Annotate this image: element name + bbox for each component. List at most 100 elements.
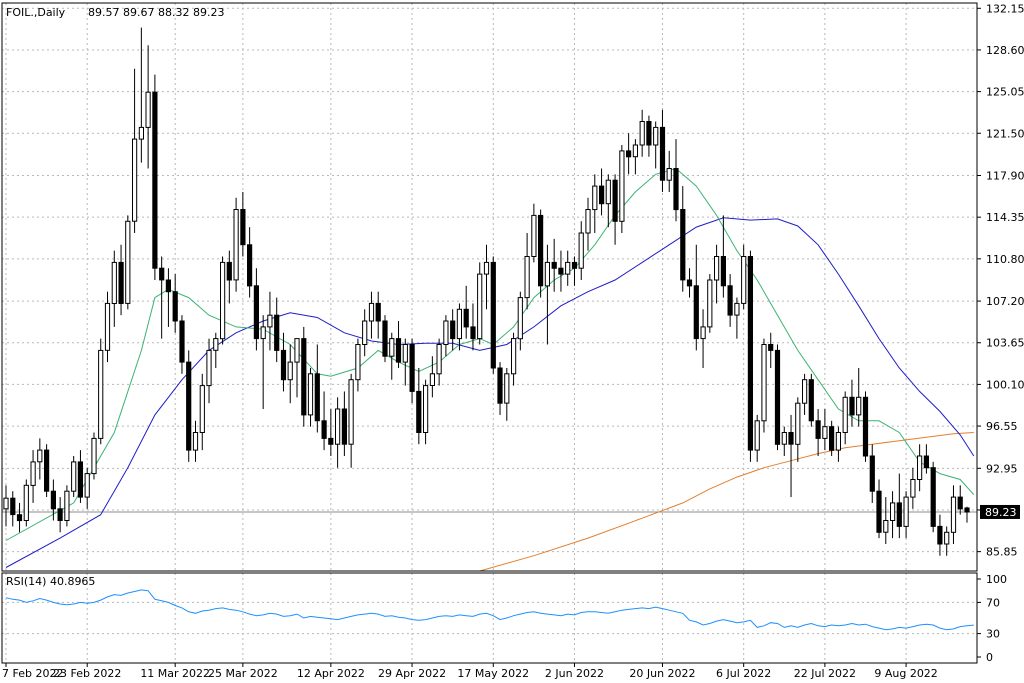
candle-body-bear (571, 261, 578, 269)
candle-body-bull (802, 379, 808, 404)
candle-body-bear (964, 507, 970, 513)
candle-body-bear (409, 344, 415, 392)
candle-body-bull (64, 490, 70, 522)
candle-body-bear (470, 326, 476, 340)
candle-body-bull (355, 344, 361, 381)
candle (44, 444, 50, 498)
candle-body-bull (700, 326, 706, 340)
candle-body-bear (829, 426, 835, 451)
candle-body-bear (274, 314, 280, 351)
candle-body-bull (91, 437, 97, 475)
candle-body-bear (301, 338, 307, 416)
candle (98, 338, 104, 445)
candle-body-bear (558, 267, 564, 275)
candle-body-bull (423, 385, 429, 434)
candle-body-bear (808, 379, 814, 422)
price-tick-label: 100.10 (986, 378, 1024, 391)
candle-body-bear (416, 390, 422, 433)
candle-body-bull (3, 497, 9, 510)
time-tick-label: 29 Apr 2022 (378, 667, 446, 680)
candle (490, 256, 496, 374)
candle-body-bear (659, 126, 666, 181)
candle-body-bear (77, 461, 84, 498)
candle-body-bull (213, 338, 219, 351)
candle (930, 461, 936, 533)
candle (707, 274, 713, 333)
candle (761, 338, 767, 433)
candle-body-bear (862, 396, 869, 457)
candle-body-bear (876, 490, 882, 533)
rsi-label: RSI(14) 40.8965 (6, 575, 95, 588)
candle-body-bull (483, 261, 490, 275)
candle-body-bear (768, 344, 774, 351)
symbol-label: FOIL.,Daily (6, 6, 66, 19)
candle-body-bear (44, 449, 50, 492)
candle-body-bull (944, 531, 950, 545)
candle-body-bull (199, 385, 205, 434)
candle-body-bear (626, 150, 632, 158)
candle-body-bear (896, 502, 902, 527)
candle-body-bear (375, 302, 381, 322)
candle (301, 326, 307, 427)
candle (808, 373, 814, 427)
candle-body-bull (192, 432, 199, 451)
candle-body-bear (314, 373, 320, 422)
candle (619, 145, 625, 234)
candle-body-bull (883, 520, 889, 533)
candle-body-bear (673, 168, 679, 211)
candle-body-bear (463, 308, 469, 328)
candle-body-bull (632, 144, 638, 158)
candle-body-bear (226, 261, 232, 281)
candle-body-bear (788, 432, 794, 445)
candle-body-bull (104, 302, 111, 351)
price-chart[interactable]: 132.15 128.60 125.05 121.50 117.90 114.35 110.… (0, 0, 1024, 683)
candle (220, 256, 226, 345)
price-tick-label: 132.15 (986, 2, 1024, 15)
candle-body-bull (734, 302, 740, 316)
candle-body-bull (903, 496, 909, 527)
time-tick-label: 17 May 2022 (457, 667, 529, 680)
price-tick-label: 96.55 (986, 420, 1018, 433)
candle-body-bear (815, 420, 821, 439)
price-tick-label: 125.05 (986, 86, 1024, 99)
candle-body-bear (16, 514, 23, 522)
candle-body-bull (37, 449, 43, 463)
candle-body-bull (368, 302, 375, 322)
candle-body-bull (138, 126, 145, 140)
candle-body-bull (145, 91, 151, 128)
price-tick-label: 114.35 (986, 211, 1024, 224)
candle-body-bull (592, 185, 598, 211)
candle-body-bull (578, 232, 584, 269)
candle-body-bear (869, 455, 875, 492)
candle (233, 197, 239, 292)
time-tick-label: 20 Jun 2022 (629, 667, 695, 680)
candle-body-bear (720, 256, 726, 287)
candle-body-bear (693, 285, 699, 340)
candle-body-bear (395, 338, 402, 363)
time-tick-label: 11 Mar 2022 (140, 667, 210, 680)
candle (538, 209, 544, 298)
time-tick-label: 9 Aug 2022 (874, 667, 937, 680)
candle-body-bull (707, 279, 713, 328)
candle-body-bear (172, 291, 178, 322)
candle-body-bull (950, 496, 957, 533)
candle-body-bear (159, 267, 165, 281)
rsi-tick-label: 30 (986, 628, 1000, 641)
candle-body-bear (680, 209, 686, 281)
candle-body-bull (856, 396, 862, 416)
candle-body-bull (917, 455, 923, 480)
candle-body-bull (125, 220, 131, 304)
candle (774, 344, 781, 451)
candle-body-bull (132, 138, 138, 222)
candle-body-bear (186, 361, 192, 451)
candle-body-bear (280, 349, 287, 381)
time-tick-label: 25 Mar 2022 (208, 667, 278, 680)
candle-body-bear (957, 496, 963, 510)
rsi-tick-label: 100 (986, 573, 1007, 586)
candle-body-bull (666, 168, 672, 181)
candle-body-bear (612, 179, 618, 222)
rsi-tick-label: 0 (986, 651, 993, 664)
price-tick-label: 121.50 (986, 127, 1024, 140)
candle-body-bull (504, 373, 510, 404)
candle (23, 479, 29, 527)
